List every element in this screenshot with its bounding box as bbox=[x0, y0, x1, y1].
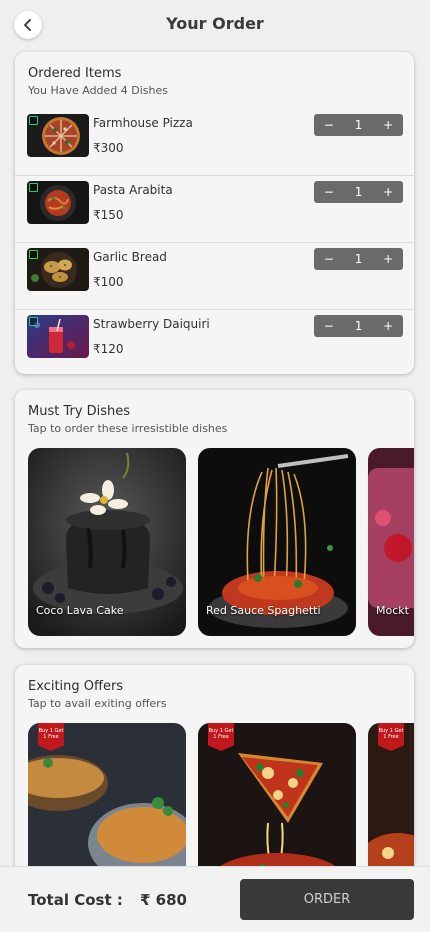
offer-badge: Buy 1 Get 1 Free bbox=[38, 723, 64, 751]
offers-subtitle: Tap to avail exiting offers bbox=[28, 697, 167, 710]
veg-indicator-icon bbox=[29, 250, 38, 259]
dish-label: Red Sauce Spaghetti bbox=[206, 604, 321, 617]
order-button[interactable]: ORDER bbox=[240, 879, 414, 920]
veg-indicator-icon bbox=[29, 317, 38, 326]
ordered-items-card: Ordered Items You Have Added 4 Dishes Fa… bbox=[15, 52, 414, 374]
list-item: Pasta Arabita ₹150 − 1 + bbox=[15, 176, 414, 243]
item-name: Pasta Arabita bbox=[93, 183, 173, 197]
item-name: Strawberry Daiquiri bbox=[93, 317, 210, 331]
list-item: Farmhouse Pizza ₹300 − 1 + bbox=[15, 109, 414, 176]
offer-badge: Buy 1 Get 1 Free bbox=[208, 723, 234, 751]
farmhouse-pizza-image bbox=[27, 114, 89, 157]
increase-button[interactable]: + bbox=[373, 185, 403, 199]
offers-title: Exciting Offers bbox=[28, 679, 124, 694]
header: Your Order bbox=[0, 0, 430, 48]
page-title: Your Order bbox=[166, 14, 264, 33]
strawberry-daiquiri-image bbox=[27, 315, 89, 358]
increase-button[interactable]: + bbox=[373, 319, 403, 333]
veg-indicator-icon bbox=[29, 116, 38, 125]
must-try-carousel[interactable]: Coco Lava Cake Red Sauce Spaghetti Mockt bbox=[28, 448, 414, 636]
item-price: ₹150 bbox=[93, 208, 124, 222]
must-try-card: Must Try Dishes Tap to order these irres… bbox=[15, 390, 414, 648]
item-price: ₹300 bbox=[93, 141, 124, 155]
decrease-button[interactable]: − bbox=[314, 118, 344, 132]
ordered-items-list: Farmhouse Pizza ₹300 − 1 + Pasta Arabita… bbox=[15, 109, 414, 374]
quantity-value: 1 bbox=[354, 319, 363, 333]
order-footer: Total Cost : ₹ 680 ORDER bbox=[0, 866, 430, 932]
ordered-items-title: Ordered Items bbox=[28, 66, 122, 81]
item-price: ₹100 bbox=[93, 275, 124, 289]
veg-indicator-icon bbox=[29, 183, 38, 192]
dish-card[interactable]: Mockt bbox=[368, 448, 414, 636]
list-item: Garlic Bread ₹100 − 1 + bbox=[15, 243, 414, 310]
garlic-bread-image bbox=[27, 248, 89, 291]
must-try-subtitle: Tap to order these irresistible dishes bbox=[28, 422, 228, 435]
quantity-stepper: − 1 + bbox=[314, 315, 403, 337]
quantity-value: 1 bbox=[354, 118, 363, 132]
decrease-button[interactable]: − bbox=[314, 185, 344, 199]
total-cost-value: ₹ 680 bbox=[140, 891, 187, 909]
total-cost-label: Total Cost : bbox=[28, 891, 123, 909]
offers-card: Exciting Offers Tap to avail exiting off… bbox=[15, 665, 414, 895]
item-name: Farmhouse Pizza bbox=[93, 116, 193, 130]
quantity-value: 1 bbox=[354, 252, 363, 266]
list-item: Strawberry Daiquiri ₹120 − 1 + bbox=[15, 310, 414, 374]
dish-label: Coco Lava Cake bbox=[36, 604, 124, 617]
pasta-arabita-image bbox=[27, 181, 89, 224]
increase-button[interactable]: + bbox=[373, 252, 403, 266]
decrease-button[interactable]: − bbox=[314, 319, 344, 333]
decrease-button[interactable]: − bbox=[314, 252, 344, 266]
quantity-stepper: − 1 + bbox=[314, 114, 403, 136]
offer-badge: Buy 1 Get 1 Free bbox=[378, 723, 404, 751]
order-screen: Your Order Ordered Items You Have Added … bbox=[0, 0, 430, 932]
dish-card[interactable]: Coco Lava Cake bbox=[28, 448, 186, 636]
quantity-stepper: − 1 + bbox=[314, 181, 403, 203]
item-name: Garlic Bread bbox=[93, 250, 167, 264]
increase-button[interactable]: + bbox=[373, 118, 403, 132]
dish-label: Mockt bbox=[376, 604, 409, 617]
quantity-stepper: − 1 + bbox=[314, 248, 403, 270]
quantity-value: 1 bbox=[354, 185, 363, 199]
item-price: ₹120 bbox=[93, 342, 124, 356]
must-try-title: Must Try Dishes bbox=[28, 404, 131, 419]
dish-card[interactable]: Red Sauce Spaghetti bbox=[198, 448, 356, 636]
ordered-items-subtitle: You Have Added 4 Dishes bbox=[28, 84, 169, 97]
